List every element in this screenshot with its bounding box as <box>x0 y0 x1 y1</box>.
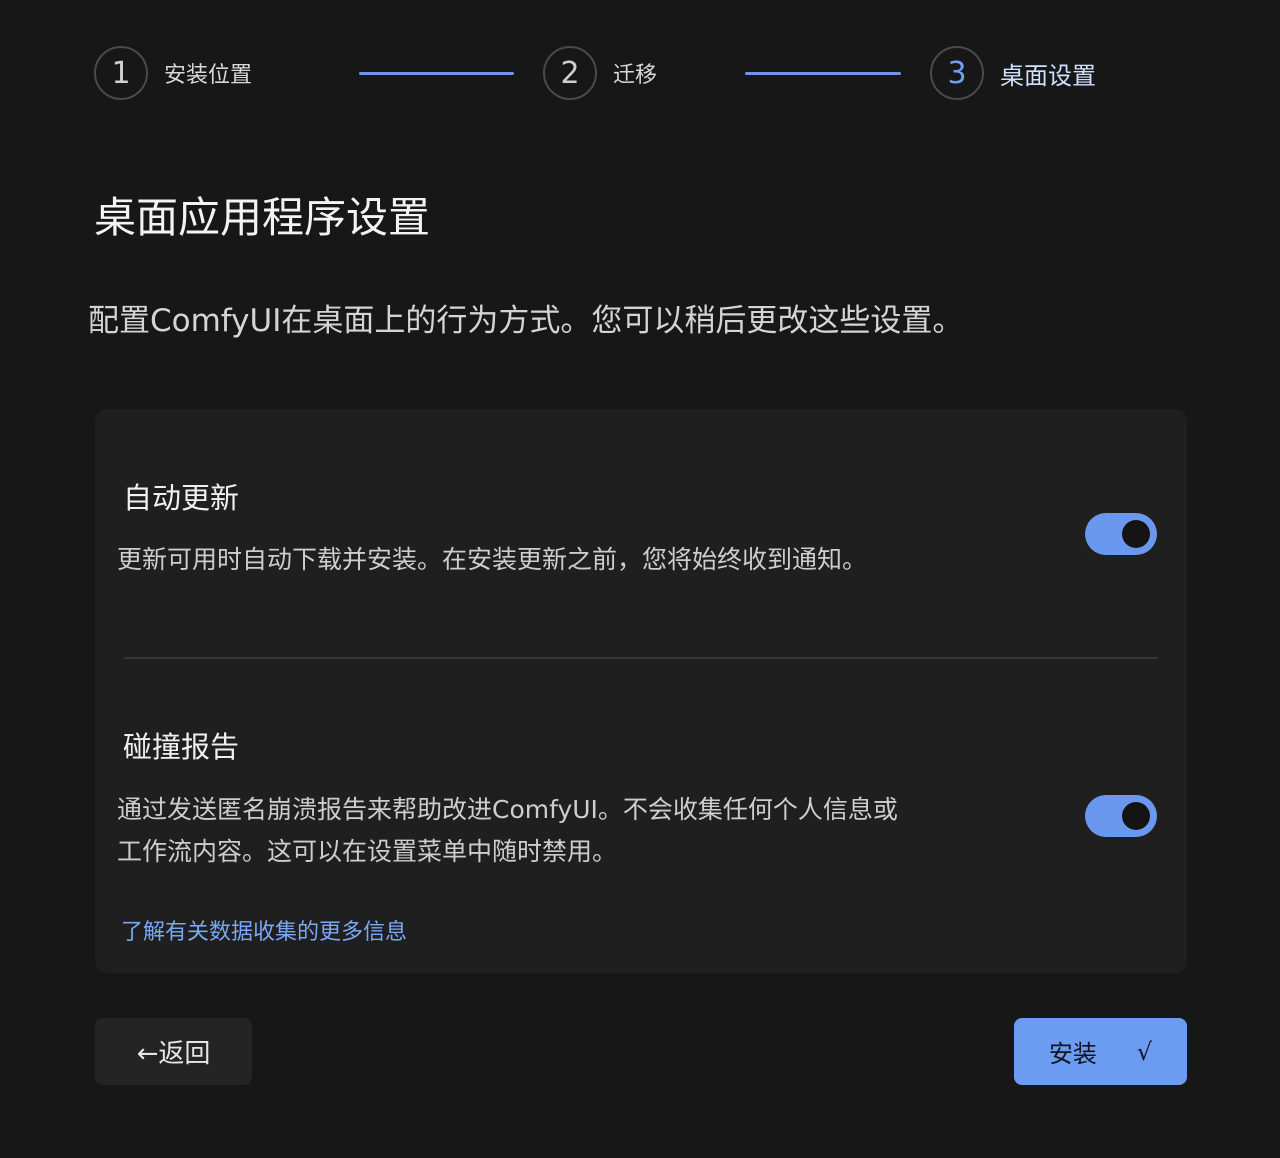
step-number: 2 <box>543 46 597 100</box>
step-connector <box>359 72 514 75</box>
crash-report-description-line1: 通过发送匿名崩溃报告来帮助改进ComfyUI。不会收集任何个人信息或 <box>117 795 898 824</box>
step-desktop-settings[interactable]: 3 桌面设置 <box>930 46 1096 100</box>
step-install-location[interactable]: 1 安装位置 <box>94 46 252 100</box>
settings-card: 自动更新 更新可用时自动下载并安装。在安装更新之前，您将始终收到通知。 碰撞报告… <box>95 409 1187 973</box>
check-icon: √ <box>1136 1037 1153 1066</box>
toggle-knob <box>1122 802 1150 830</box>
install-button[interactable]: 安装 √ <box>1014 1018 1187 1085</box>
auto-update-toggle[interactable] <box>1085 513 1157 555</box>
back-button[interactable]: ←返回 <box>95 1018 252 1085</box>
step-migration[interactable]: 2 迁移 <box>543 46 657 100</box>
step-label: 迁移 <box>613 63 658 88</box>
divider <box>124 657 1158 659</box>
step-label: 安装位置 <box>164 63 253 88</box>
auto-update-title: 自动更新 <box>123 481 240 515</box>
step-connector <box>745 72 901 75</box>
step-label: 桌面设置 <box>1000 61 1096 90</box>
crash-report-toggle[interactable] <box>1085 795 1157 837</box>
page-description: 配置ComfyUI在桌面上的行为方式。您可以稍后更改这些设置。 <box>88 303 964 339</box>
toggle-knob <box>1122 520 1150 548</box>
step-number: 3 <box>930 46 984 100</box>
auto-update-description: 更新可用时自动下载并安装。在安装更新之前，您将始终收到通知。 <box>117 545 868 574</box>
stepper: 1 安装位置 2 迁移 3 桌面设置 <box>94 46 1194 104</box>
back-button-label: ←返回 <box>136 1039 211 1069</box>
crash-report-title: 碰撞报告 <box>123 730 240 764</box>
page-title: 桌面应用程序设置 <box>94 193 431 242</box>
install-button-label: 安装 <box>1048 1040 1097 1068</box>
step-number: 1 <box>94 46 148 100</box>
learn-more-link[interactable]: 了解有关数据收集的更多信息 <box>121 914 407 946</box>
crash-report-description-line2: 工作流内容。这可以在设置菜单中随时禁用。 <box>117 837 618 866</box>
